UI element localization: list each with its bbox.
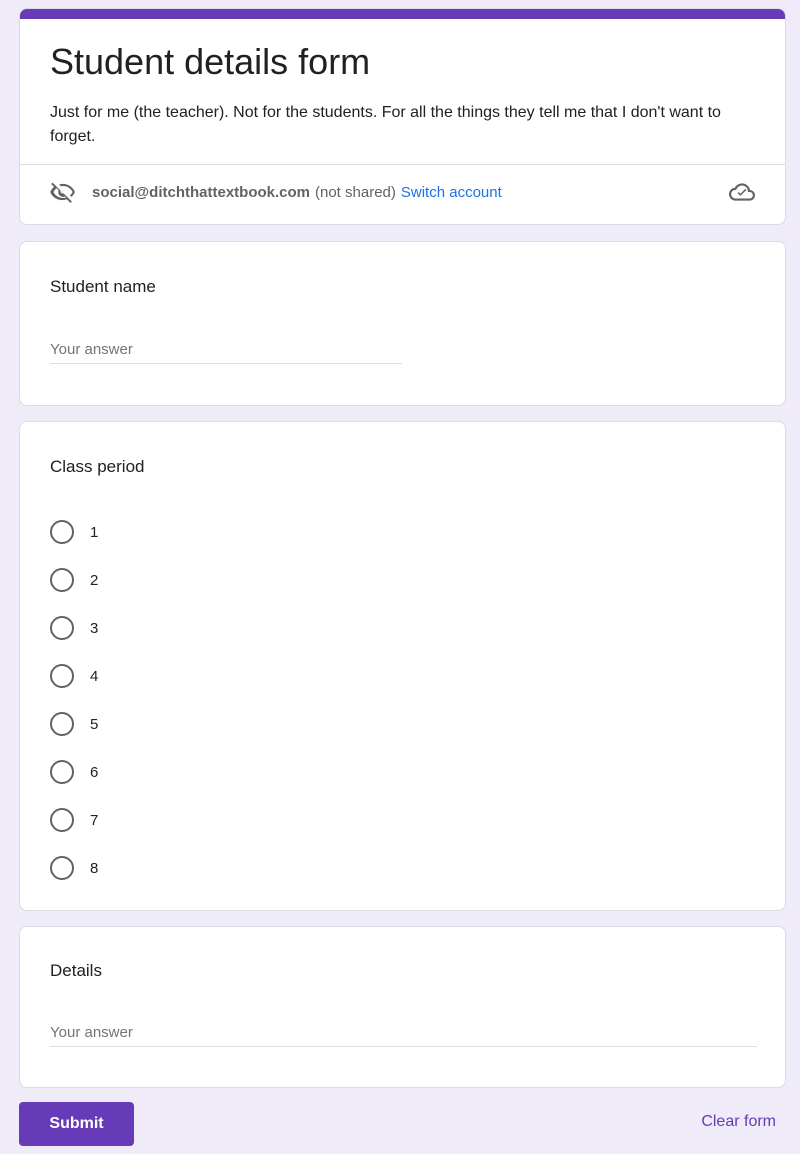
question-title: Student name xyxy=(50,277,156,296)
radio-button[interactable] xyxy=(50,664,74,688)
radio-label: 6 xyxy=(90,763,99,781)
header-accent-band xyxy=(20,9,785,19)
cloud-check-icon xyxy=(729,183,755,201)
account-email: social@ditchthattextbook.com xyxy=(92,183,310,201)
question-title: Class period xyxy=(50,457,145,476)
clear-form-button[interactable]: Clear form xyxy=(701,1113,776,1131)
radio-label: 3 xyxy=(90,619,99,637)
header-divider xyxy=(20,164,785,165)
radio-option-2[interactable]: 2 xyxy=(50,556,98,604)
radio-option-4[interactable]: 4 xyxy=(50,652,98,700)
question-student-name: Student name xyxy=(19,241,786,406)
switch-account-link[interactable]: Switch account xyxy=(401,184,502,201)
radio-button[interactable] xyxy=(50,520,74,544)
radio-button[interactable] xyxy=(50,616,74,640)
radio-option-8[interactable]: 8 xyxy=(50,844,98,892)
radio-option-7[interactable]: 7 xyxy=(50,796,98,844)
question-title: Details xyxy=(50,961,102,980)
submit-button[interactable]: Submit xyxy=(19,1102,134,1146)
radio-button[interactable] xyxy=(50,760,74,784)
radio-button[interactable] xyxy=(50,856,74,880)
question-details: Details xyxy=(19,926,786,1088)
radio-button[interactable] xyxy=(50,568,74,592)
account-row: social@ditchthattextbook.com (not shared… xyxy=(50,177,755,207)
radio-label: 1 xyxy=(90,523,99,541)
radio-option-3[interactable]: 3 xyxy=(50,604,98,652)
eye-off-icon xyxy=(50,182,75,203)
radio-option-1[interactable]: 1 xyxy=(50,508,98,556)
radio-option-6[interactable]: 6 xyxy=(50,748,98,796)
form-header-card: Student details form Just for me (the te… xyxy=(19,8,786,225)
form-description: Just for me (the teacher). Not for the s… xyxy=(50,104,721,145)
radio-button[interactable] xyxy=(50,808,74,832)
student-name-input[interactable] xyxy=(50,336,402,364)
form-title: Student details form xyxy=(50,41,371,82)
radio-option-5[interactable]: 5 xyxy=(50,700,98,748)
not-shared-label: (not shared) xyxy=(315,183,396,201)
details-input[interactable] xyxy=(50,1019,757,1047)
radio-button[interactable] xyxy=(50,712,74,736)
radio-label: 5 xyxy=(90,715,99,733)
radio-label: 2 xyxy=(90,571,99,589)
radio-label: 7 xyxy=(90,811,99,829)
radio-label: 4 xyxy=(90,667,99,685)
radio-label: 8 xyxy=(90,859,99,877)
question-class-period: Class period 1 2 3 4 5 6 7 8 xyxy=(19,421,786,911)
radio-group: 1 2 3 4 5 6 7 8 xyxy=(50,508,98,892)
